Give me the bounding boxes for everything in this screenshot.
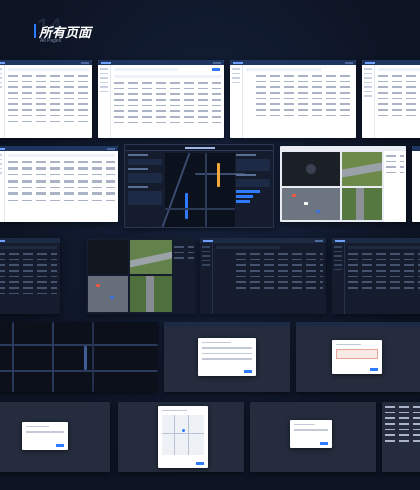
page-table	[348, 246, 420, 311]
dashboard-header	[125, 145, 273, 151]
page-thumb-dim-table-edge[interactable]	[382, 402, 420, 472]
page-thumb-dark-camera-grid[interactable]	[86, 238, 196, 314]
dialog-map[interactable]	[162, 415, 204, 456]
dialog-confirm-button[interactable]	[320, 442, 328, 445]
page-table	[378, 68, 420, 135]
camera-feed-2[interactable]	[342, 152, 382, 186]
page-topbar	[412, 146, 420, 151]
page-table	[385, 406, 420, 469]
camera-side-list	[384, 151, 406, 222]
warning-box	[336, 349, 378, 360]
camera-feed-4[interactable]	[130, 276, 172, 312]
dialog-window[interactable]	[290, 420, 332, 448]
page-thumb-dialog-form[interactable]	[164, 322, 290, 392]
page-thumb-table-list-detail[interactable]	[230, 60, 356, 138]
page-thumb-video-data-list[interactable]	[0, 146, 118, 222]
page-topbar	[164, 322, 290, 327]
camera-feed-4[interactable]	[342, 188, 382, 220]
page-thumb-camera-grid[interactable]	[280, 146, 406, 222]
page-topbar	[230, 60, 356, 65]
page-sidebar	[98, 65, 111, 138]
page-thumb-dark-table-list[interactable]	[332, 238, 420, 314]
camera-feed-2[interactable]	[130, 240, 172, 274]
page-table	[8, 154, 115, 219]
accent-bar	[34, 24, 36, 38]
page-topbar	[200, 238, 326, 243]
dialog-confirm-button[interactable]	[196, 462, 204, 465]
page-thumb-dialog-warning[interactable]	[296, 322, 420, 392]
page-topbar	[296, 322, 420, 327]
page-thumb-traffic-dashboard[interactable]	[124, 144, 274, 228]
page-sidebar	[362, 65, 375, 138]
page-topbar	[0, 238, 60, 243]
page-thumb-dialog-map[interactable]	[118, 402, 244, 472]
page-table	[114, 68, 221, 135]
page-sidebar	[0, 65, 5, 138]
page-thumb-table-list-sidebar[interactable]	[362, 60, 420, 138]
page-sidebar	[0, 151, 5, 222]
page-topbar	[332, 238, 420, 243]
camera-side-list	[174, 242, 194, 312]
page-thumb-dialog-confirm[interactable]	[250, 402, 376, 472]
page-table	[0, 246, 57, 311]
dialog-window[interactable]	[332, 340, 382, 374]
page-sidebar	[200, 243, 213, 314]
page-thumb-camera-list-edge[interactable]	[412, 146, 420, 222]
page-table	[216, 246, 323, 311]
add-button[interactable]	[212, 68, 220, 71]
camera-feed-1[interactable]	[88, 240, 128, 274]
dialog-window[interactable]	[22, 422, 68, 450]
dashboard-map[interactable]	[161, 153, 245, 227]
page-thumb-table-list[interactable]	[0, 60, 92, 138]
dialog-confirm-button[interactable]	[244, 370, 252, 373]
page-thumb-dark-map-edge[interactable]	[0, 322, 158, 392]
page-topbar	[0, 60, 92, 65]
page-topbar	[0, 146, 118, 151]
camera-feed-3[interactable]	[88, 276, 128, 312]
dashboard-left-panel	[128, 154, 162, 226]
dashboard-right-panel	[236, 154, 270, 226]
page-thumb-dark-table-edge[interactable]	[0, 238, 60, 314]
dialog-window[interactable]	[198, 338, 256, 376]
page-sidebar	[332, 243, 345, 314]
page-topbar	[98, 60, 224, 65]
page-thumb-dark-table-filter[interactable]	[200, 238, 326, 314]
page-sidebar	[230, 65, 243, 138]
dialog-confirm-button[interactable]	[56, 444, 64, 447]
camera-feed-1[interactable]	[282, 152, 340, 186]
page-table	[8, 68, 89, 135]
page-thumb-table-list-filter[interactable]	[98, 60, 224, 138]
page-table	[246, 68, 353, 135]
camera-feed-3[interactable]	[282, 188, 340, 220]
page-thumb-dialog-small[interactable]	[0, 402, 110, 472]
section-subtitle: All Pages	[40, 38, 62, 44]
dialog-confirm-button[interactable]	[370, 368, 378, 371]
dialog-window[interactable]	[158, 406, 208, 468]
